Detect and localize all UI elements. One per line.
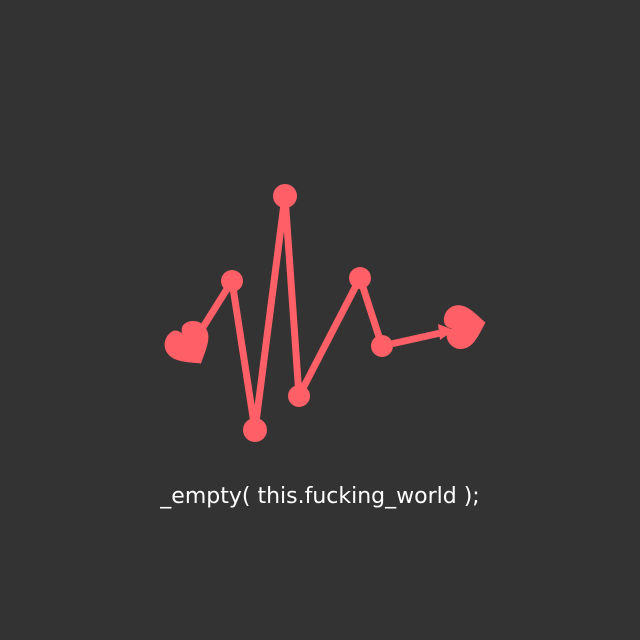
pulse-joint bbox=[273, 184, 297, 208]
canvas: _empty( this.fucking_world ); bbox=[0, 0, 640, 640]
pulse-joint bbox=[288, 385, 310, 407]
pulse-joint bbox=[243, 418, 267, 442]
heart-tail-icon bbox=[164, 321, 209, 364]
pulse-joint bbox=[221, 270, 243, 292]
pulse-joint bbox=[371, 335, 393, 357]
pulse-joint bbox=[349, 267, 371, 289]
heartbeat-logo-icon bbox=[164, 184, 486, 442]
heartbeat-line-icon bbox=[186, 192, 449, 434]
pulse-joints bbox=[221, 184, 393, 442]
tagline-text: _empty( this.fucking_world ); bbox=[160, 484, 480, 509]
heart-arrowhead-icon bbox=[443, 305, 486, 350]
